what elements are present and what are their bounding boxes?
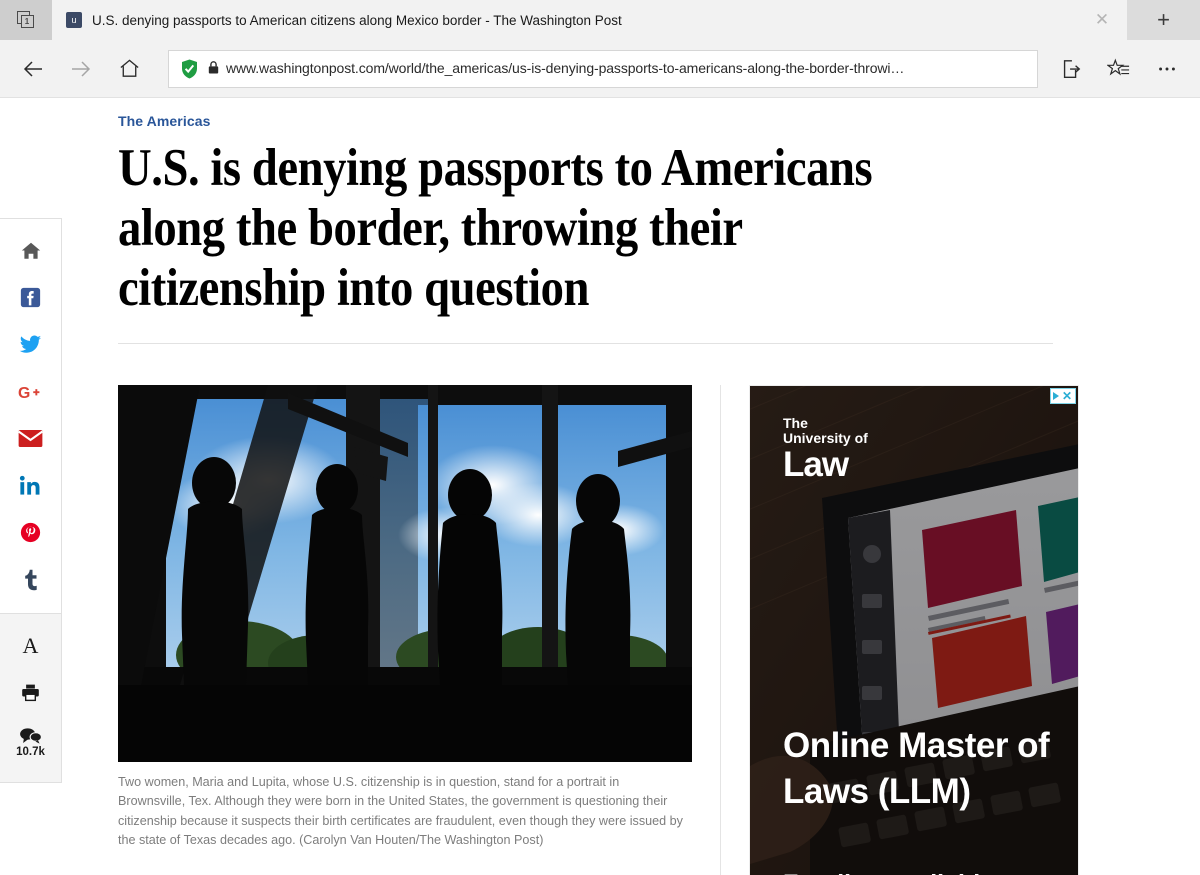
share-rail-social-group: G	[0, 219, 61, 613]
url-input[interactable]: www.washingtonpost.com/world/the_america…	[208, 60, 1025, 78]
arrow-right-icon	[72, 60, 91, 77]
home-icon	[119, 59, 139, 77]
home-icon	[21, 242, 40, 259]
new-tab-button[interactable]: +	[1127, 0, 1200, 40]
column-gutter	[692, 384, 749, 875]
advertisement-column: ✕ The University of Law Online Master of…	[749, 384, 1079, 875]
browser-tab[interactable]: u U.S. denying passports to American cit…	[52, 0, 1127, 40]
ad-brand-logo: The University of Law	[783, 414, 868, 485]
column-divider	[720, 384, 721, 875]
rail-item-email[interactable]	[0, 415, 61, 462]
navigation-toolbar: www.washingtonpost.com/world/the_america…	[0, 40, 1200, 98]
article-kicker[interactable]: The Americas	[118, 113, 1058, 129]
adchoices-icon	[1052, 391, 1059, 400]
email-icon	[18, 429, 43, 448]
ad-headline: Online Master of Laws (LLM)	[783, 725, 1050, 812]
rail-item-linkedin[interactable]	[0, 462, 61, 509]
ad-subhead: Funding available	[783, 870, 994, 875]
rail-item-text-size[interactable]: A	[0, 622, 61, 669]
headline-divider	[118, 342, 1053, 344]
share-rail-tools-group: A 10.7k	[0, 613, 61, 782]
svg-text:G: G	[18, 384, 30, 401]
pinterest-icon	[20, 522, 41, 543]
tumblr-icon	[24, 569, 37, 590]
reading-view-button[interactable]	[1048, 47, 1094, 91]
back-button[interactable]	[10, 47, 56, 91]
print-icon	[22, 684, 39, 702]
security-shield-icon	[181, 59, 198, 79]
lead-photo	[118, 384, 692, 762]
ellipsis-icon	[1159, 67, 1175, 70]
rail-item-twitter[interactable]	[0, 321, 61, 368]
tab-count-label: 1	[20, 15, 34, 28]
rail-item-facebook[interactable]	[0, 274, 61, 321]
url-text: www.washingtonpost.com/world/the_america…	[226, 59, 905, 76]
ad-brand-line2: University of	[783, 430, 868, 447]
rail-item-print[interactable]	[0, 669, 61, 716]
rail-item-comments[interactable]: 10.7k	[0, 716, 61, 768]
linkedin-icon	[19, 475, 40, 495]
facebook-icon	[20, 287, 41, 308]
forward-button[interactable]	[58, 47, 104, 91]
article-columns: Two women, Maria and Lupita, whose U.S. …	[118, 384, 1079, 875]
close-icon[interactable]: ✕	[1085, 3, 1119, 37]
comments-icon	[20, 727, 42, 744]
favicon: u	[66, 12, 82, 28]
ad-brand-line1: The	[783, 414, 808, 431]
article-main-column: Two women, Maria and Lupita, whose U.S. …	[118, 384, 692, 875]
text-size-icon: A	[22, 632, 39, 658]
home-button[interactable]	[106, 47, 152, 91]
address-bar[interactable]: www.washingtonpost.com/world/the_america…	[168, 49, 1038, 88]
article: The Americas U.S. is denying passports t…	[118, 99, 1079, 875]
rail-item-home[interactable]	[0, 227, 61, 274]
adchoices-badge[interactable]: ✕	[1049, 387, 1076, 404]
browser-window: 1 u U.S. denying passports to American c…	[0, 0, 1200, 875]
reading-view-icon	[1063, 59, 1081, 78]
page-title: U.S. is denying passports to Americans a…	[118, 139, 873, 317]
page-viewport: G A 10.7k The Americas U.S. is denying p…	[0, 99, 1200, 875]
share-rail: G A 10.7k	[0, 218, 62, 783]
favorites-button[interactable]	[1096, 47, 1142, 91]
lead-photo-graphic	[118, 384, 692, 762]
tab-title: U.S. denying passports to American citiz…	[92, 12, 622, 28]
arrow-left-icon	[23, 60, 42, 77]
plus-icon: +	[1157, 7, 1170, 32]
tab-preview-icon: 1	[16, 11, 36, 29]
comments-count: 10.7k	[16, 745, 45, 758]
ad-brand-line3: Law	[783, 445, 849, 485]
rail-item-pinterest[interactable]	[0, 509, 61, 556]
tab-strip: 1 u U.S. denying passports to American c…	[0, 0, 1200, 40]
star-list-icon	[1107, 58, 1130, 75]
googleplus-icon: G	[18, 384, 40, 401]
settings-menu-button[interactable]	[1144, 47, 1190, 91]
tab-preview-button[interactable]: 1	[0, 0, 52, 40]
rail-item-tumblr[interactable]	[0, 556, 61, 603]
twitter-icon	[19, 335, 42, 353]
close-icon[interactable]: ✕	[1062, 390, 1072, 402]
lock-icon	[208, 61, 219, 74]
advertisement[interactable]: ✕ The University of Law Online Master of…	[749, 384, 1079, 875]
photo-caption: Two women, Maria and Lupita, whose U.S. …	[118, 774, 683, 848]
rail-item-googleplus[interactable]: G	[0, 368, 61, 415]
